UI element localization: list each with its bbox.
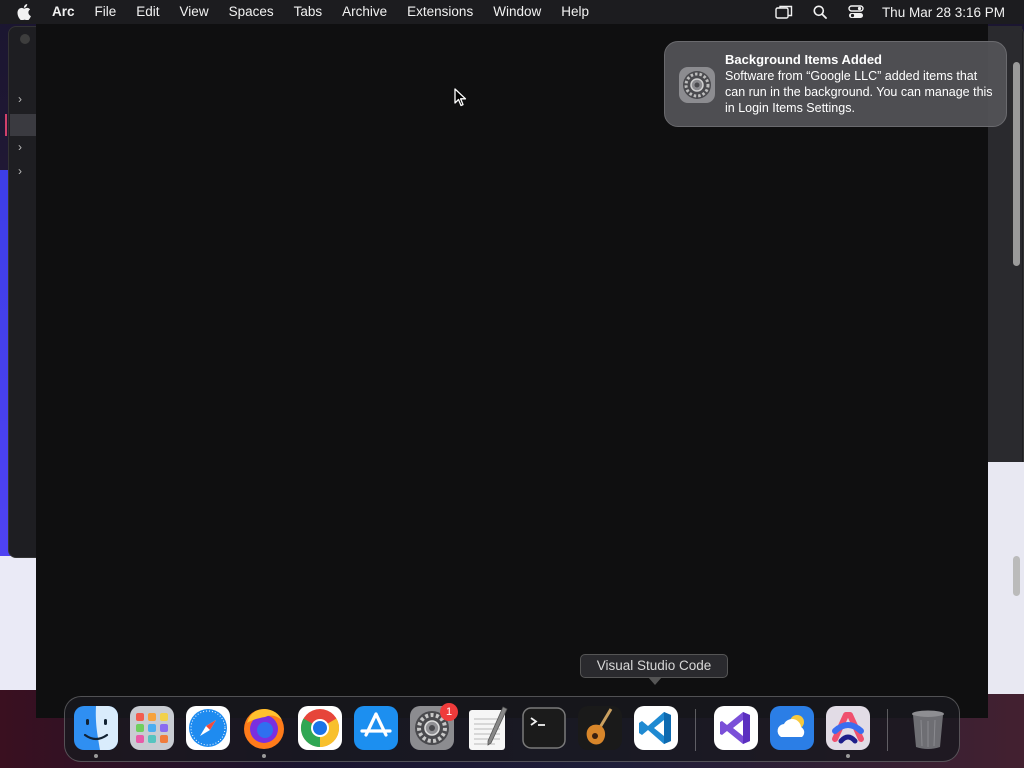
running-indicator-firefox <box>262 754 266 758</box>
running-indicator-arc <box>846 754 850 758</box>
scrollbar-thumb[interactable] <box>1013 62 1020 266</box>
chevron-right-icon[interactable]: › <box>18 92 38 106</box>
menu-archive[interactable]: Archive <box>332 0 397 24</box>
chevron-right-icon[interactable]: › <box>18 140 38 154</box>
menu-app-arc[interactable]: Arc <box>50 0 85 24</box>
wallpaper-light-left <box>0 556 40 696</box>
screen-mirroring-icon[interactable] <box>774 4 794 20</box>
notification-badge: 1 <box>440 703 458 721</box>
window-close-dot[interactable] <box>20 34 30 44</box>
search-icon[interactable] <box>810 4 830 20</box>
notification-body: Software from “Google LLC” added items t… <box>725 69 993 115</box>
chevron-right-icon[interactable]: › <box>18 164 38 178</box>
dock-tooltip-arrow <box>648 677 662 685</box>
background-sidebar-accent <box>5 114 7 136</box>
launchpad-icon[interactable] <box>129 705 175 751</box>
menu-spaces[interactable]: Spaces <box>219 0 284 24</box>
visual-studio-icon[interactable] <box>713 705 759 751</box>
arc-icon[interactable] <box>825 705 871 751</box>
menu-view[interactable]: View <box>170 0 219 24</box>
dock-separator <box>887 709 888 751</box>
terminal-icon[interactable] <box>521 705 567 751</box>
textedit-icon[interactable] <box>465 705 511 751</box>
dock-tooltip: Visual Studio Code <box>580 654 728 678</box>
garageband-icon[interactable] <box>577 705 623 751</box>
scrollbar-thumb-lower[interactable] <box>1013 556 1020 596</box>
menu-file[interactable]: File <box>85 0 127 24</box>
system-settings-gear-icon <box>678 66 716 104</box>
menu-tabs[interactable]: Tabs <box>284 0 333 24</box>
notification-banner[interactable]: Background Items Added Software from “Go… <box>664 41 1007 127</box>
weather-icon[interactable] <box>769 705 815 751</box>
dock-separator <box>695 709 696 751</box>
menu-help[interactable]: Help <box>551 0 599 24</box>
menu-window[interactable]: Window <box>483 0 551 24</box>
safari-icon[interactable] <box>185 705 231 751</box>
menubar-clock[interactable]: Thu Mar 28 3:16 PM <box>882 5 1005 20</box>
running-indicator-finder <box>94 754 98 758</box>
firefox-icon[interactable] <box>241 705 287 751</box>
vscode-icon[interactable] <box>633 705 679 751</box>
app-store-icon[interactable] <box>353 705 399 751</box>
finder-icon[interactable] <box>73 705 119 751</box>
trash-icon[interactable] <box>905 705 951 751</box>
notification-title: Background Items Added <box>725 52 882 67</box>
chrome-icon[interactable] <box>297 705 343 751</box>
menu-edit[interactable]: Edit <box>126 0 169 24</box>
apple-logo-icon[interactable] <box>17 4 37 20</box>
menu-bar: Arc File Edit View Spaces Tabs Archive E… <box>0 0 1024 24</box>
mouse-cursor-icon <box>454 88 468 108</box>
menu-extensions[interactable]: Extensions <box>397 0 483 24</box>
control-center-icon[interactable] <box>846 4 866 20</box>
dock <box>64 696 960 762</box>
